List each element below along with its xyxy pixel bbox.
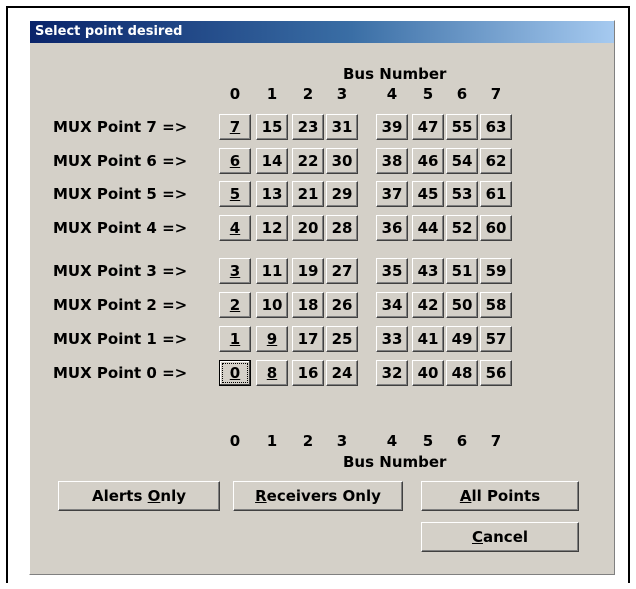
point-button-57[interactable]: 57: [480, 326, 512, 352]
point-button-5[interactable]: 5: [219, 181, 251, 207]
bus-number-label-top: Bus Number: [343, 65, 447, 83]
col-header-bottom-bus-0: 0: [229, 432, 241, 450]
mux-point-label: MUX Point 0 =>: [53, 364, 188, 382]
col-header-top-bus-1: 1: [266, 85, 278, 103]
point-button-62[interactable]: 62: [480, 148, 512, 174]
point-button-61[interactable]: 61: [480, 181, 512, 207]
col-header-top-bus-5: 5: [422, 85, 434, 103]
col-header-top-bus-0: 0: [229, 85, 241, 103]
receivers-only-button[interactable]: Receivers Only: [233, 481, 403, 511]
point-button-21[interactable]: 21: [292, 181, 324, 207]
point-button-10[interactable]: 10: [256, 292, 288, 318]
all-points-button[interactable]: All Points: [421, 481, 579, 511]
point-button-41[interactable]: 41: [412, 326, 444, 352]
point-button-9[interactable]: 9: [256, 326, 288, 352]
col-header-bottom-bus-7: 7: [490, 432, 502, 450]
point-button-2[interactable]: 2: [219, 292, 251, 318]
mux-point-label: MUX Point 7 =>: [53, 118, 188, 136]
alerts-only-button[interactable]: Alerts Only: [58, 481, 220, 511]
point-button-43[interactable]: 43: [412, 258, 444, 284]
col-header-top-bus-4: 4: [386, 85, 398, 103]
col-header-top-bus-2: 2: [302, 85, 314, 103]
point-button-32[interactable]: 32: [376, 360, 408, 386]
point-button-50[interactable]: 50: [446, 292, 478, 318]
point-button-35[interactable]: 35: [376, 258, 408, 284]
point-button-39[interactable]: 39: [376, 114, 408, 140]
col-header-top-bus-7: 7: [490, 85, 502, 103]
point-button-15[interactable]: 15: [256, 114, 288, 140]
point-button-23[interactable]: 23: [292, 114, 324, 140]
point-button-18[interactable]: 18: [292, 292, 324, 318]
point-button-27[interactable]: 27: [326, 258, 358, 284]
point-button-52[interactable]: 52: [446, 215, 478, 241]
point-button-38[interactable]: 38: [376, 148, 408, 174]
col-header-top-bus-6: 6: [456, 85, 468, 103]
point-button-48[interactable]: 48: [446, 360, 478, 386]
point-button-19[interactable]: 19: [292, 258, 324, 284]
col-header-bottom-bus-3: 3: [336, 432, 348, 450]
point-button-42[interactable]: 42: [412, 292, 444, 318]
point-button-29[interactable]: 29: [326, 181, 358, 207]
point-button-63[interactable]: 63: [480, 114, 512, 140]
point-button-33[interactable]: 33: [376, 326, 408, 352]
point-button-45[interactable]: 45: [412, 181, 444, 207]
point-button-36[interactable]: 36: [376, 215, 408, 241]
point-button-17[interactable]: 17: [292, 326, 324, 352]
mux-point-label: MUX Point 3 =>: [53, 262, 188, 280]
point-button-49[interactable]: 49: [446, 326, 478, 352]
bus-number-label-bottom: Bus Number: [343, 453, 447, 471]
col-header-bottom-bus-6: 6: [456, 432, 468, 450]
select-point-dialog: Select point desired Bus Number 01234567…: [29, 20, 615, 575]
point-button-46[interactable]: 46: [412, 148, 444, 174]
point-button-47[interactable]: 47: [412, 114, 444, 140]
point-button-6[interactable]: 6: [219, 148, 251, 174]
mux-point-label: MUX Point 6 =>: [53, 152, 188, 170]
point-button-34[interactable]: 34: [376, 292, 408, 318]
point-button-25[interactable]: 25: [326, 326, 358, 352]
point-button-30[interactable]: 30: [326, 148, 358, 174]
point-button-11[interactable]: 11: [256, 258, 288, 284]
point-button-37[interactable]: 37: [376, 181, 408, 207]
point-button-24[interactable]: 24: [326, 360, 358, 386]
point-button-53[interactable]: 53: [446, 181, 478, 207]
col-header-bottom-bus-4: 4: [386, 432, 398, 450]
point-button-1[interactable]: 1: [219, 326, 251, 352]
point-button-4[interactable]: 4: [219, 215, 251, 241]
point-button-16[interactable]: 16: [292, 360, 324, 386]
point-button-3[interactable]: 3: [219, 258, 251, 284]
point-button-28[interactable]: 28: [326, 215, 358, 241]
point-button-12[interactable]: 12: [256, 215, 288, 241]
dialog-title: Select point desired: [30, 21, 614, 43]
point-button-7[interactable]: 7: [219, 114, 251, 140]
point-button-54[interactable]: 54: [446, 148, 478, 174]
point-button-59[interactable]: 59: [480, 258, 512, 284]
point-button-55[interactable]: 55: [446, 114, 478, 140]
point-button-51[interactable]: 51: [446, 258, 478, 284]
point-button-60[interactable]: 60: [480, 215, 512, 241]
point-button-26[interactable]: 26: [326, 292, 358, 318]
point-button-14[interactable]: 14: [256, 148, 288, 174]
point-button-44[interactable]: 44: [412, 215, 444, 241]
col-header-bottom-bus-5: 5: [422, 432, 434, 450]
mux-point-label: MUX Point 2 =>: [53, 296, 188, 314]
point-button-31[interactable]: 31: [326, 114, 358, 140]
point-button-13[interactable]: 13: [256, 181, 288, 207]
point-button-40[interactable]: 40: [412, 360, 444, 386]
col-header-top-bus-3: 3: [336, 85, 348, 103]
col-header-bottom-bus-2: 2: [302, 432, 314, 450]
mux-point-label: MUX Point 4 =>: [53, 219, 188, 237]
mux-point-label: MUX Point 1 =>: [53, 330, 188, 348]
point-button-22[interactable]: 22: [292, 148, 324, 174]
point-button-56[interactable]: 56: [480, 360, 512, 386]
point-button-58[interactable]: 58: [480, 292, 512, 318]
cancel-button[interactable]: Cancel: [421, 522, 579, 552]
point-button-20[interactable]: 20: [292, 215, 324, 241]
col-header-bottom-bus-1: 1: [266, 432, 278, 450]
point-button-0[interactable]: 0: [219, 360, 251, 386]
mux-point-label: MUX Point 5 =>: [53, 185, 188, 203]
point-button-8[interactable]: 8: [256, 360, 288, 386]
